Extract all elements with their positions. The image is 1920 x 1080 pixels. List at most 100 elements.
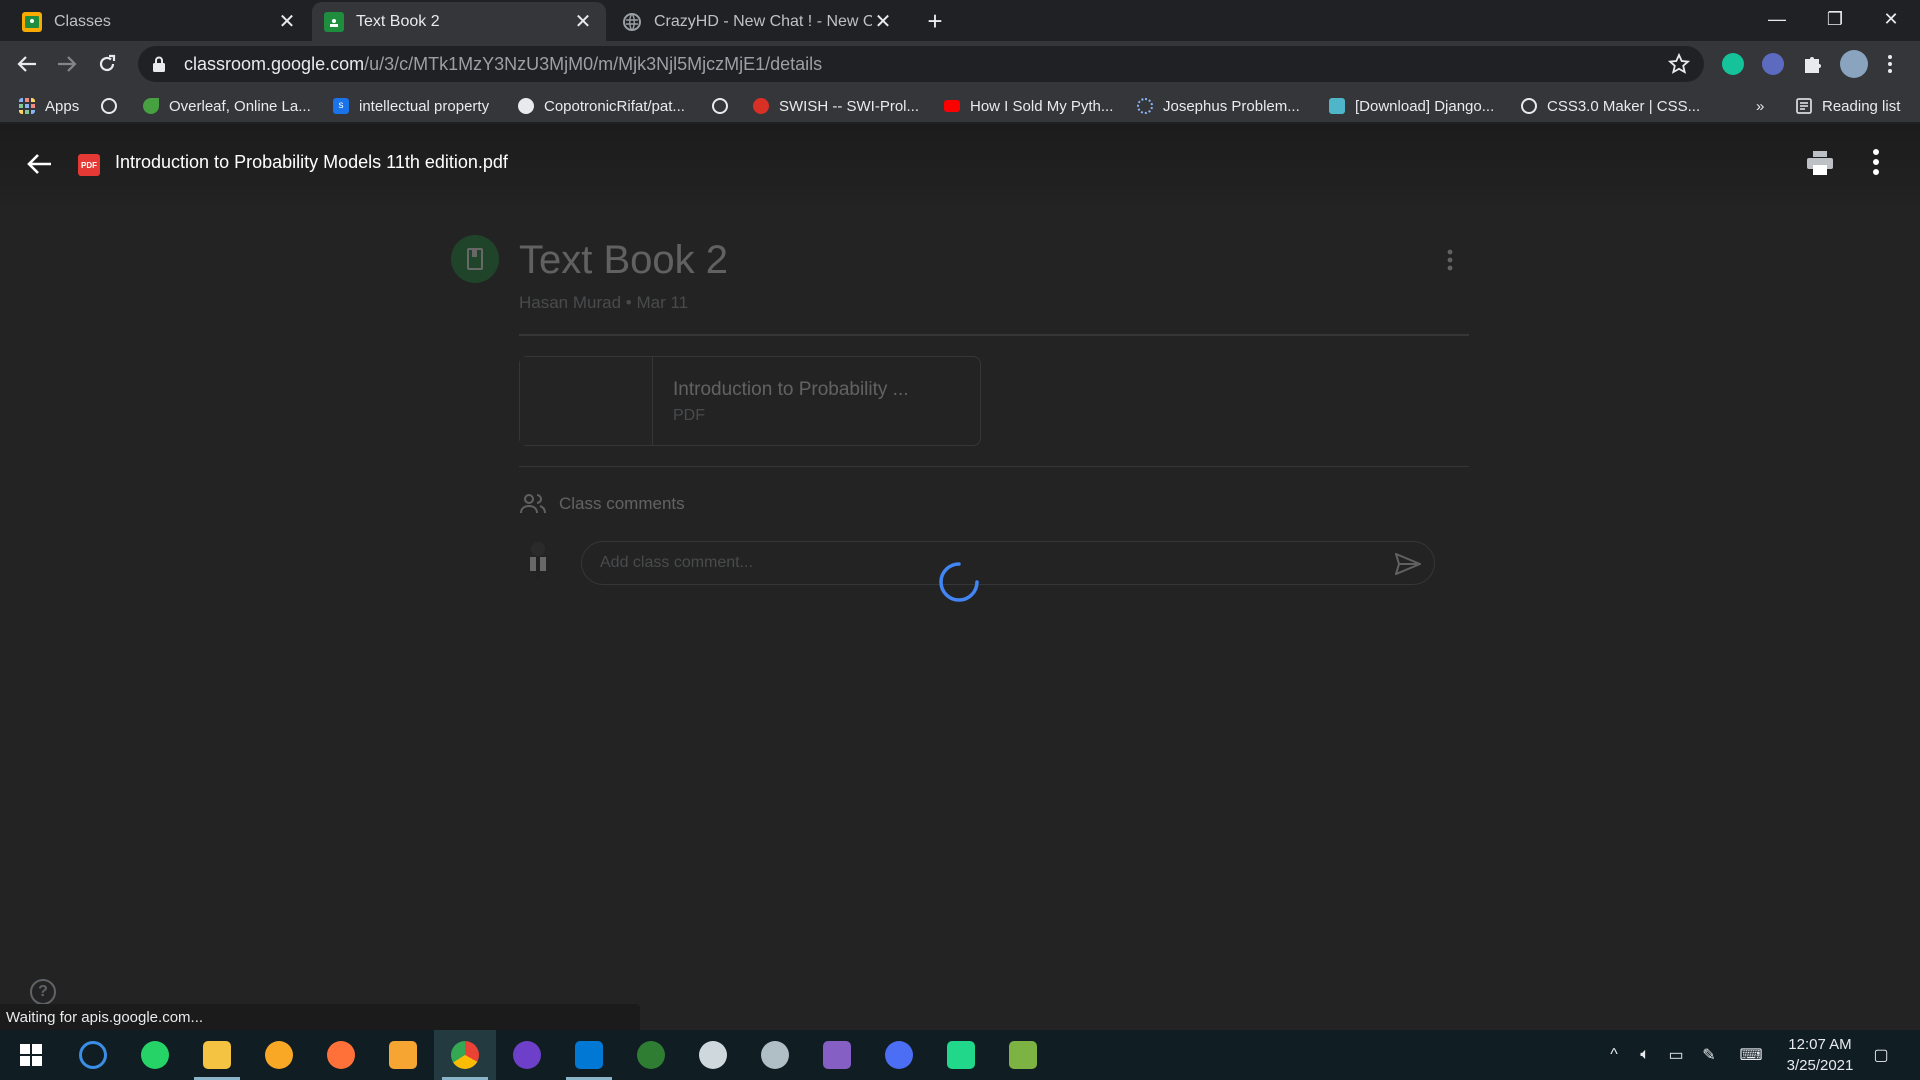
browser-menu-icon[interactable] [1886,53,1894,75]
reading-list-label: Reading list [1822,97,1901,115]
bookmark-github[interactable]: CopotronicRifat/pat... [518,95,685,117]
arrow-left-icon [27,154,51,174]
bookmark-overleaf[interactable]: Overleaf, Online La... [143,95,311,117]
taskbar-pycharm[interactable] [930,1030,992,1080]
bookmark-globe-2[interactable] [712,95,728,117]
bookmark-star-icon[interactable] [1667,52,1691,75]
bookmarks-overflow-button[interactable]: » [1756,95,1764,117]
firefox-icon [327,1041,355,1069]
new-tab-button[interactable]: + [922,6,948,36]
status-bar-text: Waiting for apis.google.com... [0,1004,640,1030]
attachment-card[interactable]: Introduction to Probability ... PDF [519,356,981,446]
app-icon [1009,1041,1037,1069]
bookmark-globe[interactable] [101,95,117,117]
taskbar-file-explorer[interactable] [186,1030,248,1080]
pen-icon[interactable]: ✎ [1698,1044,1720,1066]
close-window-button[interactable]: ✕ [1862,0,1920,38]
github-icon [513,1041,541,1069]
taskbar-firefox[interactable] [310,1030,372,1080]
tab-crazyhd[interactable]: CrazyHD - New Chat ! - New Cha ✕ [610,2,906,41]
youtube-icon [944,100,960,112]
extension-icon[interactable] [1762,53,1784,75]
bookmark-label: SWISH -- SWI-Prol... [779,97,919,115]
taskbar-app-10[interactable] [620,1030,682,1080]
swish-icon [753,98,769,114]
tab-classes[interactable]: Classes ✕ [10,2,310,41]
chevron-double-right-icon: » [1756,97,1765,115]
bookmark-josephus[interactable]: Josephus Problem... [1137,95,1300,117]
django-icon [1329,98,1345,114]
class-comment-input[interactable]: Add class comment... [581,541,1435,585]
bookmark-youtube[interactable]: How I Sold My Pyth... [944,95,1113,117]
bookmark-label: Josephus Problem... [1163,97,1300,115]
volume-icon[interactable]: 🔈︎ [1634,1044,1656,1066]
more-options-icon[interactable] [1872,148,1888,178]
extensions-puzzle-icon[interactable] [1802,53,1824,75]
address-bar[interactable]: classroom.google.com/u/3/c/MTk1MzY3NzU3M… [138,46,1704,82]
tab-strip: Classes ✕ Text Book 2 ✕ CrazyHD - New Ch… [0,0,1920,41]
forward-button[interactable] [52,49,82,79]
bookmark-label: CSS3.0 Maker | CSS... [1547,97,1701,115]
bookmark-label: CopotronicRifat/pat... [544,97,685,115]
minimize-button[interactable]: — [1748,0,1806,38]
taskbar-app-16[interactable] [992,1030,1054,1080]
reading-list-icon [1796,98,1812,114]
classroom-icon [324,11,344,32]
taskbar: ^ 🔈︎ ▭ ✎ ⌨ 12:07 AM 3/25/2021 ▢ [0,1030,1920,1080]
taskbar-github-desktop[interactable] [496,1030,558,1080]
network-icon[interactable]: ▭ [1665,1044,1687,1066]
close-tab-icon[interactable]: ✕ [572,11,594,33]
taskbar-chrome[interactable] [434,1030,496,1080]
taskbar-vscode[interactable] [558,1030,620,1080]
lock-icon[interactable] [152,56,166,72]
whatsapp-icon [141,1041,169,1069]
close-viewer-button[interactable] [26,150,54,178]
grammarly-extension-icon[interactable] [1722,53,1744,75]
taskbar-whatsapp[interactable] [124,1030,186,1080]
tab-text-book-2[interactable]: Text Book 2 ✕ [312,2,606,41]
bookmark-label: intellectual property [359,97,490,115]
profile-avatar[interactable] [1840,50,1868,78]
taskbar-app-6[interactable] [372,1030,434,1080]
taskbar-app-4[interactable] [248,1030,310,1080]
clock-date: 3/25/2021 [1786,1057,1854,1074]
clock[interactable]: 12:07 AM 3/25/2021 [1772,1034,1868,1076]
chevron-up-icon[interactable]: ^ [1603,1044,1625,1066]
class-comments-heading: Class comments [559,494,685,513]
back-button[interactable] [12,49,42,79]
start-button[interactable] [0,1030,62,1080]
bookmark-django[interactable]: [Download] Django... [1329,95,1494,117]
app-icon [637,1041,665,1069]
bookmark-apps[interactable]: Apps [19,95,79,117]
close-tab-icon[interactable]: ✕ [872,11,894,33]
taskbar-visual-studio[interactable] [806,1030,868,1080]
print-icon[interactable] [1806,150,1834,178]
reading-list-button[interactable]: Reading list [1796,95,1900,117]
assignment-more-icon[interactable] [1446,248,1458,274]
taskbar-app-1[interactable] [62,1030,124,1080]
reload-button[interactable] [92,49,122,79]
people-icon [520,492,546,514]
bookmark-swish[interactable]: SWISH -- SWI-Prol... [753,95,919,117]
app-icon [79,1041,107,1069]
assignment-date: Mar 11 [636,293,689,312]
taskbar-messenger[interactable] [868,1030,930,1080]
close-tab-icon[interactable]: ✕ [276,11,298,33]
bookmark-intellectual-property[interactable]: s intellectual property [333,95,489,117]
app-icon [265,1041,293,1069]
restore-button[interactable]: ❐ [1806,0,1864,38]
taskbar-app-11[interactable] [682,1030,744,1080]
messenger-icon [885,1041,913,1069]
keyboard-icon[interactable]: ⌨ [1736,1044,1766,1066]
pycharm-icon [947,1041,975,1069]
bookmark-css-maker[interactable]: CSS3.0 Maker | CSS... [1521,95,1700,117]
url-host: classroom.google.com [184,53,365,74]
app-icon [761,1041,789,1069]
help-icon[interactable]: ? [30,979,56,1005]
taskbar-app-12[interactable] [744,1030,806,1080]
send-icon[interactable] [1394,552,1423,576]
app-icon [699,1041,727,1069]
bookmark-label: [Download] Django... [1355,97,1495,115]
notifications-icon[interactable]: ▢ [1868,1044,1894,1066]
folder-icon [203,1041,231,1069]
